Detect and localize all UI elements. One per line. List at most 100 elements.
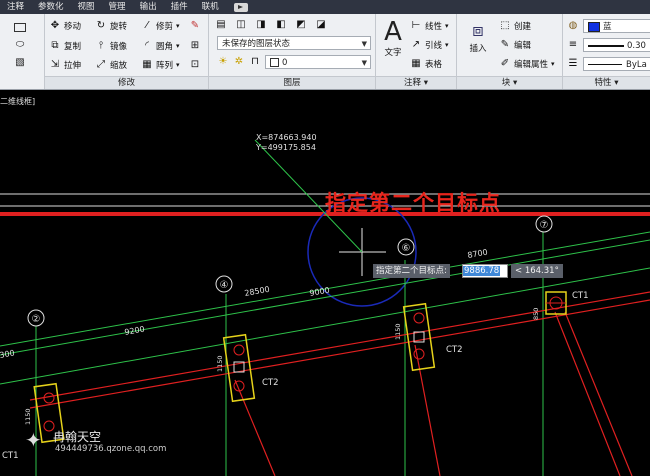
menu-bar: 注释 参数化 视图 管理 输出 插件 联机 [0, 0, 650, 14]
layer-isolate-icon[interactable]: ◩ [295, 18, 307, 32]
copy-tool[interactable]: ⧉ 复制 [49, 39, 81, 53]
block-title-label: 块 [501, 78, 511, 88]
linetype-sample [588, 64, 622, 65]
small-dim-1: 1150 [216, 355, 224, 372]
linear-dimension-tool[interactable]: ⊢ 线性 ▾ [410, 19, 449, 33]
stretch-icon: ⇲ [50, 59, 60, 70]
menu-plugins[interactable]: 插件 [164, 0, 195, 14]
rectangle-tool-icon[interactable] [14, 20, 26, 34]
sun-icon[interactable]: ✲ [233, 55, 245, 69]
create-block-tool[interactable]: ⬚ 创建 [499, 19, 531, 33]
menu-manage[interactable]: 管理 [102, 0, 133, 14]
drawing-canvas[interactable]: ② ④ ⑥ ⑦ 9200 28500 9000 300 8700 1150 11… [0, 90, 650, 476]
modify-panel-title[interactable]: 修改 [45, 76, 208, 89]
copy-label: 复制 [64, 42, 82, 52]
video-icon[interactable] [233, 2, 248, 12]
scale-tool[interactable]: ⤢ 缩放 [95, 58, 127, 72]
draw-panel: ⬭ ▧ [0, 14, 45, 89]
leader-tool[interactable]: ↗ 引线 ▾ [410, 38, 449, 52]
insert-block-button[interactable]: ⧈ 插入 [463, 20, 493, 54]
trim-tool[interactable]: ⁄ 修剪 ▾ [141, 19, 179, 33]
layer-previous-icon[interactable]: ◧ [275, 18, 287, 32]
layers-panel-title[interactable]: 图层 [209, 76, 375, 89]
drawing-viewport[interactable]: ② ④ ⑥ ⑦ 9200 28500 9000 300 8700 1150 11… [0, 90, 650, 476]
edit-attributes-tool[interactable]: ✐ 编辑属性 ▾ [499, 57, 555, 71]
linear-dimension-icon: ⊢ [411, 20, 421, 31]
mirror-label: 镜像 [110, 42, 128, 52]
svg-text:④: ④ [220, 280, 229, 291]
array-tool[interactable]: ▦ 阵列 ▾ [141, 58, 179, 72]
hatch-tool-icon[interactable]: ▧ [14, 56, 26, 70]
properties-panel-title[interactable]: 特性 ▾ [563, 76, 650, 89]
text-icon: A [384, 17, 402, 47]
small-dim-4: 850 [532, 308, 540, 320]
menu-online[interactable]: 联机 [195, 0, 226, 14]
edit-block-tool[interactable]: ✎ 编辑 [499, 38, 531, 52]
block-panel: ⧈ 插入 ⬚ 创建 ✎ 编辑 ✐ 编辑属性 ▾ 块 ▾ [457, 14, 563, 89]
offset-tool-icon[interactable]: ⊡ [189, 58, 201, 72]
linetype-dropdown[interactable]: ByLa [583, 57, 650, 71]
current-layer-dropdown[interactable]: 0 ▼ [265, 55, 371, 69]
menu-parametric[interactable]: 参数化 [31, 0, 71, 14]
create-label: 创建 [514, 22, 532, 32]
dimension-8700: 8700 [467, 248, 489, 260]
fillet-tool[interactable]: ◜ 圆角 ▾ [141, 39, 179, 53]
lightbulb-icon[interactable]: ☀ [217, 55, 229, 69]
text-label: 文字 [384, 48, 402, 58]
column-block-2 [222, 333, 256, 403]
move-tool[interactable]: ✥ 移动 [49, 19, 81, 33]
red-beam-1 [29, 291, 650, 401]
layer-state-dropdown[interactable]: 未保存的图层状态 ▼ [217, 36, 371, 50]
properties-title-label: 特性 [594, 78, 612, 88]
watermark-url: 494449736.qzone.qq.com [55, 444, 167, 454]
leader-label: 引线 [425, 41, 443, 51]
distance-value: 9886.78 [463, 266, 501, 276]
stretch-tool[interactable]: ⇲ 拉伸 [49, 58, 81, 72]
layer-match-icon[interactable]: ◨ [255, 18, 267, 32]
mirror-tool[interactable]: ⫯ 镜像 [95, 39, 127, 53]
small-dim-2: 1150 [394, 323, 402, 340]
lock-icon[interactable]: ⊓ [249, 55, 261, 69]
explode-tool-icon[interactable]: ⊞ [189, 39, 201, 53]
rotate-tool[interactable]: ↻ 旋转 [95, 19, 127, 33]
trim-icon: ⁄ [146, 20, 148, 31]
lineweight-sample [588, 44, 624, 47]
layer-properties-icon[interactable]: ▤ [215, 18, 227, 32]
svg-text:⑥: ⑥ [402, 243, 411, 254]
annotation-panel: A 文字 ⊢ 线性 ▾ ↗ 引线 ▾ ▦ 表格 注释 ▾ [376, 14, 457, 89]
text-button[interactable]: A 文字 [380, 18, 406, 58]
column-block-3 [402, 302, 436, 372]
color-dropdown[interactable]: 蓝 [583, 19, 650, 33]
array-label: 阵列 [156, 61, 174, 71]
block-panel-title[interactable]: 块 ▾ [457, 76, 562, 89]
properties-panel: ◍ 蓝 ≡ 0.30 ☰ ByLa 特性 ▾ [563, 14, 650, 89]
dynamic-angle-input[interactable]: < 164.31° [511, 264, 563, 278]
linetype-icon[interactable]: ☰ [567, 57, 579, 71]
insert-block-icon: ⧈ [472, 20, 484, 41]
menu-annotate[interactable]: 注释 [0, 0, 31, 14]
watermark-name: 冉翰天空 [53, 430, 102, 444]
lineweight-icon[interactable]: ≡ [567, 38, 579, 52]
red-beam-3 [234, 379, 276, 476]
viewport-style-label[interactable]: 二维线框] [0, 96, 35, 106]
erase-tool-icon[interactable]: ✎ [189, 19, 201, 33]
lineweight-dropdown[interactable]: 0.30 [583, 38, 650, 52]
table-icon: ▦ [411, 58, 421, 69]
red-beam-4 [414, 344, 441, 476]
annotation-overlay-text: 指定第二个目标点 [325, 191, 501, 215]
dimension-9000: 9000 [309, 286, 331, 298]
dynamic-input-prompt: 指定第二个目标点: [373, 264, 450, 278]
column-tag-ct2-2: CT2 [446, 345, 463, 355]
column-block-4 [545, 291, 567, 315]
layer-tool-icon[interactable]: ◫ [235, 18, 247, 32]
layer-freeze-icon[interactable]: ◪ [315, 18, 327, 32]
table-tool[interactable]: ▦ 表格 [410, 57, 442, 71]
menu-view[interactable]: 视图 [71, 0, 102, 14]
match-properties-icon[interactable]: ◍ [567, 19, 579, 33]
annotation-panel-title[interactable]: 注释 ▾ [376, 76, 456, 89]
dynamic-distance-input[interactable]: 9886.78 [462, 264, 508, 278]
mirror-icon: ⫯ [98, 40, 104, 51]
cursor-y-readout: Y=499175.854 [255, 143, 316, 152]
menu-output[interactable]: 输出 [133, 0, 164, 14]
ellipse-tool-icon[interactable]: ⬭ [14, 38, 26, 52]
